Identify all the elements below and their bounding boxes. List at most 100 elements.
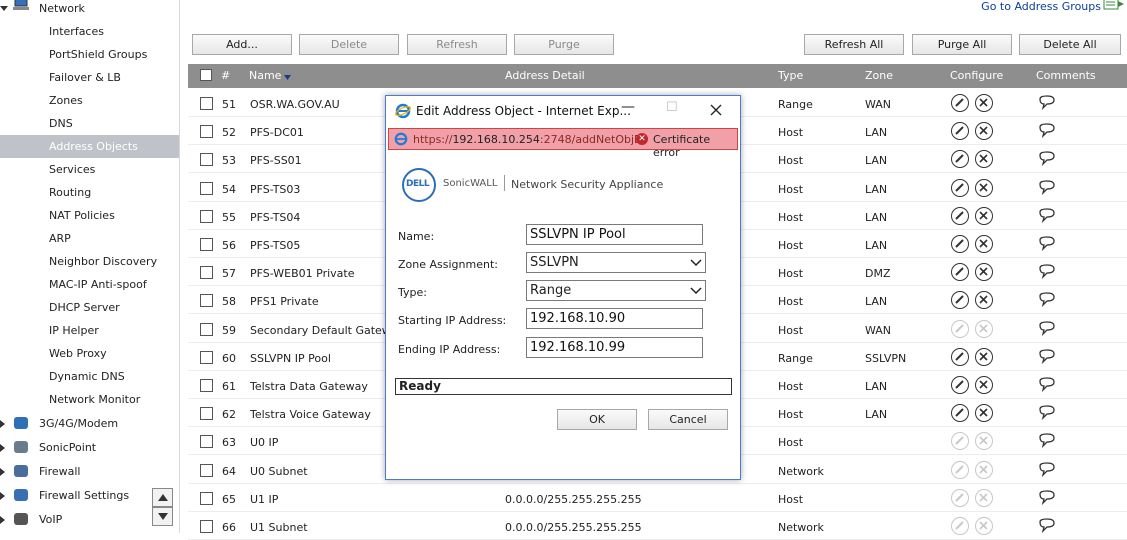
edit-icon[interactable] xyxy=(951,150,969,169)
sidebar-item-nat-policies[interactable]: NAT Policies xyxy=(0,204,179,227)
row-checkbox[interactable] xyxy=(200,209,213,223)
goto-address-groups-link[interactable]: Go to Address Groups xyxy=(981,0,1101,13)
sidebar-item-dhcp-server[interactable]: DHCP Server xyxy=(0,296,179,319)
edit-icon[interactable] xyxy=(951,404,969,423)
sidebar-item-routing[interactable]: Routing xyxy=(0,181,179,204)
delete-icon[interactable] xyxy=(975,432,993,451)
select-all-checkbox[interactable] xyxy=(200,69,212,81)
delete-icon[interactable] xyxy=(975,517,993,535)
sidebar-item-ip-helper[interactable]: IP Helper xyxy=(0,319,179,342)
delete-button[interactable]: Delete xyxy=(299,34,399,55)
edit-icon[interactable] xyxy=(951,432,969,451)
comment-icon[interactable] xyxy=(1038,518,1056,534)
delete-icon[interactable] xyxy=(975,319,993,338)
start-ip-input[interactable]: 192.168.10.90 xyxy=(526,308,703,329)
delete-icon[interactable] xyxy=(975,488,993,507)
delete-all-button[interactable]: Delete All xyxy=(1019,34,1121,55)
purge-all-button[interactable]: Purge All xyxy=(912,34,1012,55)
purge-button[interactable]: Purge xyxy=(514,34,614,55)
end-ip-input[interactable]: 192.168.10.99 xyxy=(526,337,703,358)
delete-icon[interactable] xyxy=(975,460,993,479)
comment-icon[interactable] xyxy=(1038,320,1056,337)
comment-icon[interactable] xyxy=(1038,179,1056,196)
delete-icon[interactable] xyxy=(975,376,993,394)
comment-icon[interactable] xyxy=(1038,236,1056,252)
edit-icon[interactable] xyxy=(951,517,969,535)
row-checkbox[interactable] xyxy=(200,520,213,533)
comment-icon[interactable] xyxy=(1038,151,1056,167)
address-bar[interactable]: https://192.168.10.254:2748/addNetObjD ✕… xyxy=(388,128,738,159)
comment-icon[interactable] xyxy=(1038,123,1056,139)
sidebar-item-network-monitor[interactable]: Network Monitor xyxy=(0,388,179,411)
delete-icon[interactable] xyxy=(975,404,993,423)
sort-desc-icon[interactable] xyxy=(284,75,291,80)
refresh-button[interactable]: Refresh xyxy=(407,34,507,55)
comment-icon[interactable] xyxy=(1038,377,1056,393)
minimize-button[interactable]: — xyxy=(621,99,635,115)
cancel-button[interactable]: Cancel xyxy=(648,409,728,430)
sidebar-item-services[interactable]: Services xyxy=(0,158,179,181)
delete-icon[interactable] xyxy=(975,235,993,253)
comment-icon[interactable] xyxy=(1038,264,1056,280)
edit-icon[interactable] xyxy=(951,376,969,394)
edit-icon[interactable] xyxy=(951,178,969,197)
close-icon[interactable] xyxy=(710,104,722,116)
table-row[interactable]: 66 U1 Subnet 0.0.0.0/255.255.255.255 Networ… xyxy=(188,512,1127,540)
delete-icon[interactable] xyxy=(975,178,993,197)
row-checkbox[interactable] xyxy=(200,266,213,280)
sidebar-item-zones[interactable]: Zones xyxy=(0,89,179,112)
row-checkbox[interactable] xyxy=(200,125,213,139)
comment-icon[interactable] xyxy=(1038,292,1056,308)
table-row[interactable]: 65 U1 IP 0.0.0.0/255.255.255.255 Host xyxy=(188,484,1127,512)
row-checkbox[interactable] xyxy=(200,153,213,167)
delete-icon[interactable] xyxy=(975,206,993,225)
sidebar-item-portshield-groups[interactable]: PortShield Groups xyxy=(0,43,179,66)
certificate-error[interactable]: Certificate error xyxy=(653,133,737,159)
sidebar-item-dns[interactable]: DNS xyxy=(0,112,179,135)
edit-icon[interactable] xyxy=(951,488,969,507)
row-checkbox[interactable] xyxy=(200,294,213,308)
delete-icon[interactable] xyxy=(975,122,993,141)
delete-icon[interactable] xyxy=(975,150,993,169)
edit-icon[interactable] xyxy=(951,460,969,479)
sidebar-item-dynamic-dns[interactable]: Dynamic DNS xyxy=(0,365,179,388)
maximize-button[interactable]: ☐ xyxy=(666,100,678,115)
comment-icon[interactable] xyxy=(1038,405,1056,421)
delete-icon[interactable] xyxy=(975,291,993,310)
delete-icon[interactable] xyxy=(975,94,993,112)
row-checkbox[interactable] xyxy=(200,491,213,505)
col-name[interactable]: Name xyxy=(249,69,281,82)
sidebar-item-neighbor-discovery[interactable]: Neighbor Discovery xyxy=(0,250,179,273)
delete-icon[interactable] xyxy=(975,347,993,366)
comment-icon[interactable] xyxy=(1038,490,1056,506)
sidebar-item-web-proxy[interactable]: Web Proxy xyxy=(0,342,179,365)
sidebar-item-arp[interactable]: ARP xyxy=(0,227,179,250)
edit-icon[interactable] xyxy=(951,94,969,112)
comment-icon[interactable] xyxy=(1038,461,1056,478)
edit-icon[interactable] xyxy=(951,206,969,225)
row-checkbox[interactable] xyxy=(200,322,213,336)
type-select[interactable]: Range xyxy=(526,280,706,301)
sidebar-network-group[interactable]: Network xyxy=(0,0,180,18)
zone-select[interactable]: SSLVPN xyxy=(526,252,706,273)
edit-icon[interactable] xyxy=(951,319,969,338)
ok-button[interactable]: OK xyxy=(557,409,637,430)
sidebar-group-sonicpoint[interactable]: SonicPoint xyxy=(0,436,179,460)
row-checkbox[interactable] xyxy=(200,379,213,392)
edit-icon[interactable] xyxy=(951,235,969,253)
name-input[interactable]: SSLVPN IP Pool xyxy=(526,224,703,245)
comment-icon[interactable] xyxy=(1038,95,1056,111)
comment-icon[interactable] xyxy=(1038,208,1056,224)
sidebar-group-firewall[interactable]: Firewall xyxy=(0,460,179,484)
sidebar-item-failover-lb[interactable]: Failover & LB xyxy=(0,66,179,89)
row-checkbox[interactable] xyxy=(200,407,213,421)
sidebar-item-mac-ip-anti-spoof[interactable]: MAC-IP Anti-spoof xyxy=(0,273,179,296)
edit-icon[interactable] xyxy=(951,291,969,310)
row-checkbox[interactable] xyxy=(200,181,213,195)
sidebar-item-interfaces[interactable]: Interfaces xyxy=(0,20,179,43)
row-checkbox[interactable] xyxy=(200,350,213,364)
scroll-down-button[interactable] xyxy=(152,507,173,526)
row-checkbox[interactable] xyxy=(200,238,213,251)
row-checkbox[interactable] xyxy=(200,435,213,449)
edit-icon[interactable] xyxy=(951,263,969,282)
